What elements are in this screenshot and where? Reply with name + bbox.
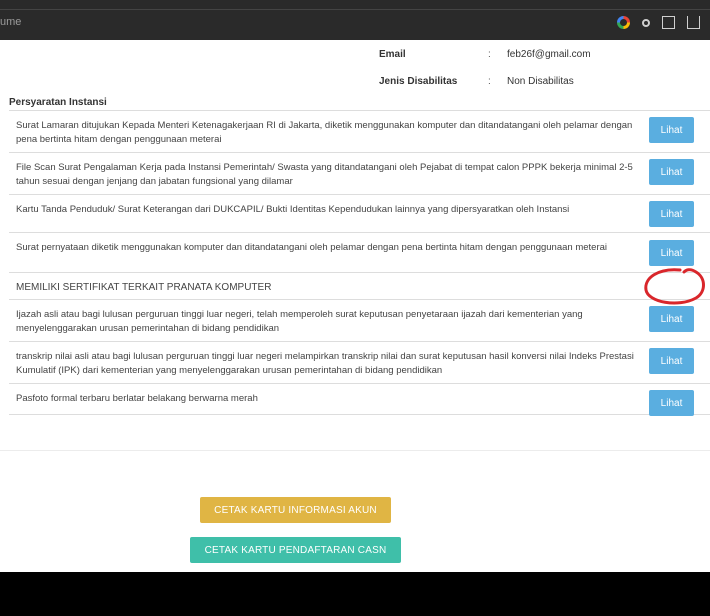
lihat-button[interactable]: Lihat xyxy=(649,348,694,374)
lihat-button[interactable]: Lihat xyxy=(649,201,694,227)
google-icon[interactable] xyxy=(617,16,630,29)
key-icon[interactable] xyxy=(642,18,650,27)
page-content: Email : feb26f@gmail.com Jenis Disabilit… xyxy=(0,40,710,572)
toolbar-divider xyxy=(0,9,710,10)
address-bar-text[interactable]: ume xyxy=(0,16,21,28)
lihat-button[interactable]: Lihat xyxy=(649,390,694,416)
requirement-row: transkrip nilai asli atau bagi lulusan p… xyxy=(9,341,710,383)
email-label: Email xyxy=(379,49,406,60)
requirement-row: Surat Lamaran ditujukan Kepada Menteri K… xyxy=(9,110,710,152)
print-registration-card-button[interactable]: CETAK KARTU PENDAFTARAN CASN xyxy=(190,537,401,563)
annotation-circle-icon xyxy=(644,268,705,305)
requirement-text: Kartu Tanda Penduduk/ Surat Keterangan d… xyxy=(16,204,570,215)
browser-toolbar: ume xyxy=(0,0,710,40)
translate-icon[interactable] xyxy=(662,16,675,29)
disability-label: Jenis Disabilitas xyxy=(379,76,458,87)
requirement-row: MEMILIKI SERTIFIKAT TERKAIT PRANATA KOMP… xyxy=(9,272,710,299)
requirement-row: Surat pernyataan diketik menggunakan kom… xyxy=(9,232,710,272)
share-icon[interactable] xyxy=(687,16,700,29)
requirement-text: transkrip nilai asli atau bagi lulusan p… xyxy=(16,351,634,376)
requirement-text: MEMILIKI SERTIFIKAT TERKAIT PRANATA KOMP… xyxy=(16,282,272,293)
divider xyxy=(0,450,710,451)
email-value: feb26f@gmail.com xyxy=(507,49,591,60)
requirement-row: Kartu Tanda Penduduk/ Surat Keterangan d… xyxy=(9,194,710,232)
disability-value: Non Disabilitas xyxy=(507,76,574,87)
section-title: Persyaratan Instansi xyxy=(9,97,107,108)
requirement-row: Ijazah asli atau bagi lulusan perguruan … xyxy=(9,299,710,341)
requirement-text: Surat pernyataan diketik menggunakan kom… xyxy=(16,242,608,253)
requirement-text: File Scan Surat Pengalaman Kerja pada In… xyxy=(16,162,633,187)
requirement-text: Pasfoto formal terbaru berlatar belakang… xyxy=(16,393,258,404)
requirement-row: Pasfoto formal terbaru berlatar belakang… xyxy=(9,383,710,415)
requirement-text: Surat Lamaran ditujukan Kepada Menteri K… xyxy=(16,120,633,145)
requirement-row: File Scan Surat Pengalaman Kerja pada In… xyxy=(9,152,710,194)
requirement-text: Ijazah asli atau bagi lulusan perguruan … xyxy=(16,309,583,334)
lihat-button[interactable]: Lihat xyxy=(649,159,694,185)
print-account-card-button[interactable]: CETAK KARTU INFORMASI AKUN xyxy=(200,497,391,523)
disability-colon: : xyxy=(488,76,491,87)
email-colon: : xyxy=(488,49,491,60)
lihat-button[interactable]: Lihat xyxy=(649,117,694,143)
bottom-bezel xyxy=(0,572,710,616)
toolbar-icons xyxy=(617,16,700,29)
